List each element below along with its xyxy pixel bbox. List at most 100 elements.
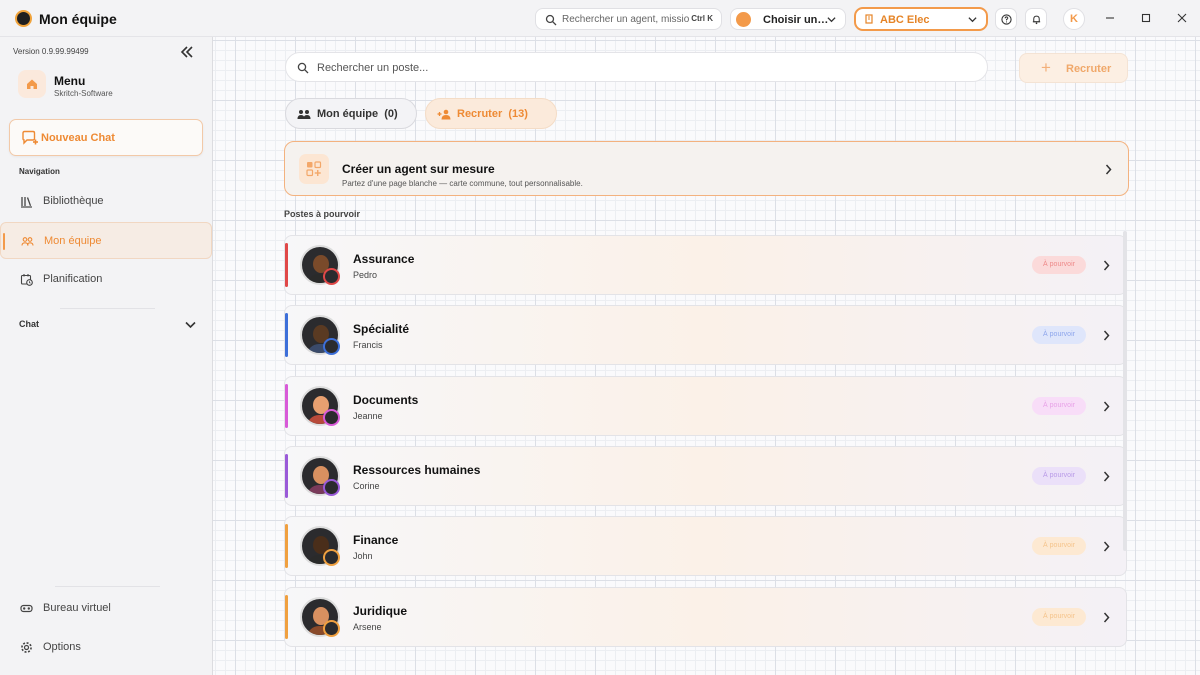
role-badge-icon (323, 549, 340, 567)
menu-title: Menu (54, 74, 86, 88)
new-chat-button[interactable]: Nouveau Chat (9, 119, 203, 156)
agent-name: Francis (353, 340, 383, 351)
role-color-bar (285, 524, 288, 569)
help-button[interactable] (995, 8, 1017, 30)
add-user-icon (437, 109, 451, 120)
create-custom-agent-card[interactable]: Créer un agent sur mesure Partez d'une p… (284, 141, 1129, 196)
agent-color-dot (736, 12, 751, 27)
sidebar-item-label: Mon équipe (44, 235, 102, 247)
role-name: Documents (353, 392, 419, 407)
agent-name: Corine (353, 480, 380, 491)
chevron-right-icon (1103, 541, 1110, 552)
role-name: Assurance (353, 252, 415, 266)
scrollbar[interactable] (1123, 231, 1127, 551)
chevron-right-icon (1103, 471, 1110, 482)
custom-agent-title: Créer un agent sur mesure (342, 162, 495, 176)
role-card[interactable]: Ressources humaines Corine À pourvoir (284, 445, 1127, 506)
role-color-bar (285, 383, 288, 428)
chat-section-heading[interactable]: Chat (19, 319, 39, 329)
agent-name: John (353, 551, 373, 562)
building-icon (865, 14, 873, 24)
menu-subtitle: Skritch-Software (54, 89, 113, 98)
sidebar-item-label: Planification (43, 273, 103, 285)
role-color-bar (285, 243, 288, 287)
tab-label: Recruter (13) (457, 108, 528, 120)
status-badge: À pourvoir (1032, 396, 1086, 415)
status-badge: À pourvoir (1032, 466, 1086, 485)
tab-mon-equipe[interactable]: Mon équipe (0) (285, 98, 417, 129)
chevron-down-icon (968, 17, 977, 23)
agent-name: Pedro (353, 270, 378, 280)
chevron-right-icon (1103, 401, 1110, 412)
minimize-icon[interactable] (1104, 12, 1116, 24)
app-title: Mon équipe (39, 11, 117, 27)
divider (55, 586, 160, 587)
team-icon (297, 110, 311, 119)
divider (60, 308, 155, 309)
agent-select-label: Choisir un… (763, 14, 829, 26)
main-content: Rechercher un poste... + Recruter Mon éq… (213, 37, 1200, 675)
plus-icon: + (1041, 58, 1051, 77)
role-card[interactable]: Finance John À pourvoir (284, 516, 1127, 577)
role-badge-icon (323, 619, 340, 637)
bell-icon (1032, 15, 1041, 25)
status-badge: À pourvoir (1032, 537, 1086, 556)
custom-agent-icon (299, 154, 329, 184)
role-card[interactable]: Documents Jeanne À pourvoir (284, 375, 1127, 436)
calendar-clock-icon (20, 274, 33, 286)
sidebar-item-label: Options (43, 641, 81, 653)
close-icon[interactable] (1176, 12, 1188, 24)
role-badge-icon (323, 408, 340, 426)
agent-name: Arsene (353, 621, 382, 632)
recruit-button[interactable]: + Recruter (1019, 53, 1128, 83)
chevron-down-icon[interactable] (185, 321, 196, 329)
app-logo-icon (15, 10, 32, 27)
chevron-down-icon (827, 17, 836, 23)
role-card[interactable]: Assurance Pedro À pourvoir (284, 235, 1127, 295)
agent-select[interactable]: Choisir un… (730, 8, 846, 30)
search-icon (545, 14, 557, 26)
title-bar: Mon équipe Rechercher un agent, missio… … (0, 0, 1200, 37)
role-color-bar (285, 453, 288, 498)
help-icon (1001, 14, 1012, 25)
role-name: Juridique (353, 603, 408, 618)
new-chat-icon (22, 130, 38, 145)
maximize-icon[interactable] (1140, 12, 1152, 24)
company-select[interactable]: ABC Elec (854, 7, 988, 31)
agent-name: Jeanne (353, 410, 383, 421)
global-search-input[interactable]: Rechercher un agent, missio… Ctrl K (535, 8, 722, 30)
vr-headset-icon (20, 604, 33, 613)
role-card[interactable]: Juridique Arsene À pourvoir (284, 586, 1127, 647)
post-search-input[interactable]: Rechercher un poste... (285, 52, 988, 82)
role-card[interactable]: Spécialité Francis À pourvoir (284, 305, 1127, 366)
role-badge-icon (323, 268, 340, 285)
sidebar-item-label: Bureau virtuel (43, 602, 111, 614)
search-icon (297, 62, 309, 74)
status-badge: À pourvoir (1032, 326, 1086, 345)
sidebar-item-bureau-virtuel[interactable]: Bureau virtuel (0, 590, 212, 627)
role-name: Ressources humaines (353, 462, 481, 477)
notifications-button[interactable] (1025, 8, 1047, 30)
app-version: Version 0.9.99.99499 (13, 47, 89, 56)
sidebar-item-options[interactable]: Options (0, 629, 212, 666)
sidebar-item-bibliotheque[interactable]: Bibliothèque (0, 183, 212, 220)
user-avatar[interactable]: K (1063, 8, 1085, 30)
nav-heading: Navigation (19, 167, 60, 176)
tab-recruter[interactable]: Recruter (13) (425, 98, 557, 129)
chevron-right-icon (1103, 612, 1110, 622)
sidebar: Version 0.9.99.99499 Menu Skritch-Softwa… (0, 37, 213, 675)
collapse-sidebar-icon[interactable] (180, 46, 194, 58)
sidebar-item-mon-equipe[interactable]: Mon équipe (0, 222, 212, 259)
recruit-button-label: Recruter (1066, 63, 1112, 75)
global-search-placeholder: Rechercher un agent, missio… (562, 14, 690, 25)
chevron-right-icon (1103, 260, 1110, 271)
role-name: Finance (353, 533, 399, 548)
role-name: Spécialité (353, 322, 410, 337)
sidebar-item-planification[interactable]: Planification (0, 261, 212, 298)
company-select-label: ABC Elec (880, 14, 930, 26)
custom-agent-subtitle: Partez d'une page blanche — carte commun… (342, 179, 583, 188)
menu-home-button[interactable] (18, 70, 46, 98)
section-label: Postes à pourvoir (284, 209, 361, 219)
role-color-bar (285, 313, 288, 358)
search-shortcut: Ctrl K (691, 14, 713, 23)
